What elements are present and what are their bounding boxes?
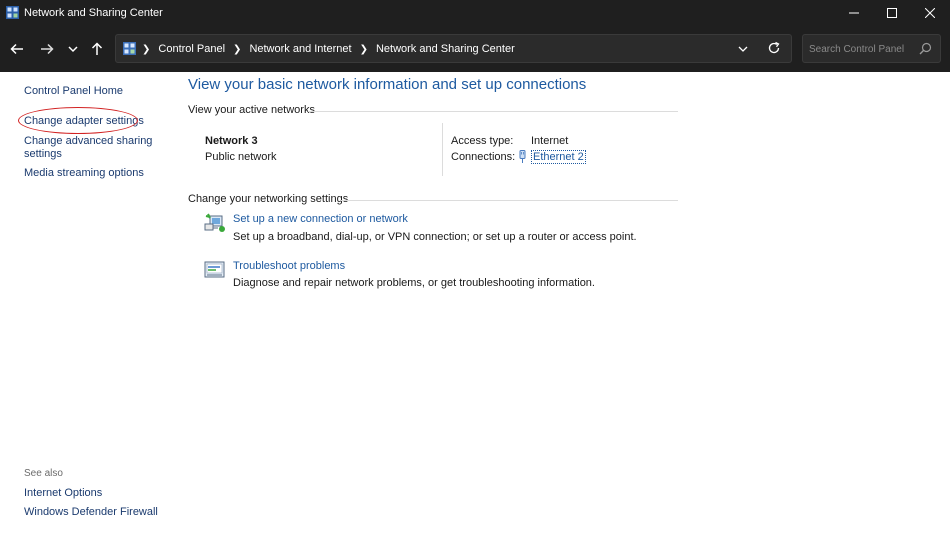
chevron-down-icon [68, 46, 78, 53]
connections-label: Connections: [451, 151, 516, 163]
control-panel-home-link[interactable]: Control Panel Home [24, 85, 123, 98]
advanced-sharing-line-2: settings [24, 148, 62, 160]
see-also-heading: See also [24, 468, 63, 479]
ethernet-connection-link[interactable]: Ethernet 2 [531, 150, 586, 164]
page-title: View your basic network information and … [188, 76, 587, 93]
recent-locations-button[interactable] [63, 39, 83, 59]
close-button[interactable] [910, 0, 950, 26]
setup-connection-description: Set up a broadband, dial-up, or VPN conn… [233, 231, 637, 243]
close-icon [925, 8, 935, 18]
chevron-right-icon: ❯ [359, 43, 368, 55]
navigation-bar: ❯ Control Panel ❯ Network and Internet ❯… [0, 26, 950, 72]
chevron-right-icon: ❯ [142, 43, 151, 55]
windows-defender-firewall-link[interactable]: Windows Defender Firewall [24, 506, 158, 519]
breadcrumb: ❯ Control Panel ❯ Network and Internet ❯… [142, 43, 515, 55]
refresh-icon[interactable] [767, 41, 781, 55]
main-content: View your basic network information and … [188, 72, 950, 533]
up-arrow-icon [91, 42, 103, 55]
minimize-button[interactable] [834, 0, 874, 26]
network-category: Public network [205, 151, 277, 163]
change-advanced-sharing-link[interactable]: Change advanced sharing settings [24, 135, 152, 161]
breadcrumb-network-sharing-center[interactable]: Network and Sharing Center [376, 43, 515, 55]
advanced-sharing-line-1: Change advanced sharing [24, 135, 153, 147]
network-divider [442, 123, 443, 176]
back-arrow-icon [10, 43, 23, 55]
troubleshoot-description: Diagnose and repair network problems, or… [233, 277, 595, 289]
up-button[interactable] [87, 39, 107, 59]
networking-settings-heading: Change your networking settings [188, 193, 349, 205]
troubleshoot-link[interactable]: Troubleshoot problems [233, 260, 345, 272]
new-connection-icon [204, 213, 225, 232]
control-panel-icon [123, 42, 136, 55]
address-bar[interactable]: ❯ Control Panel ❯ Network and Internet ❯… [115, 34, 792, 63]
media-streaming-options-link[interactable]: Media streaming options [24, 167, 144, 180]
chevron-right-icon: ❯ [233, 43, 242, 55]
section-divider [308, 111, 678, 112]
forward-arrow-icon [41, 43, 54, 55]
network-center-icon [6, 6, 19, 19]
access-type-value: Internet [531, 135, 569, 147]
task-pane: Control Panel Home Change adapter settin… [0, 72, 180, 533]
troubleshoot-icon [204, 261, 225, 278]
active-networks-heading: View your active networks [188, 104, 315, 116]
change-adapter-settings-link[interactable]: Change adapter settings [24, 115, 144, 128]
maximize-button[interactable] [872, 0, 912, 26]
search-box[interactable] [802, 34, 941, 63]
window-title: Network and Sharing Center [24, 7, 163, 19]
breadcrumb-control-panel[interactable]: Control Panel [158, 43, 225, 55]
search-icon [919, 42, 932, 55]
access-type-label: Access type: [451, 135, 514, 147]
network-name: Network 3 [205, 135, 258, 147]
forward-button[interactable] [37, 39, 57, 59]
address-dropdown-icon[interactable] [736, 43, 750, 55]
internet-options-link[interactable]: Internet Options [24, 487, 102, 500]
minimize-icon [849, 12, 859, 14]
back-button[interactable] [7, 39, 27, 59]
section-divider [341, 200, 678, 201]
maximize-icon [887, 8, 897, 18]
breadcrumb-network-and-internet[interactable]: Network and Internet [249, 43, 351, 55]
setup-connection-link[interactable]: Set up a new connection or network [233, 213, 408, 225]
title-bar: Network and Sharing Center [0, 0, 950, 26]
ethernet-icon [519, 150, 526, 163]
search-input[interactable] [809, 41, 909, 57]
